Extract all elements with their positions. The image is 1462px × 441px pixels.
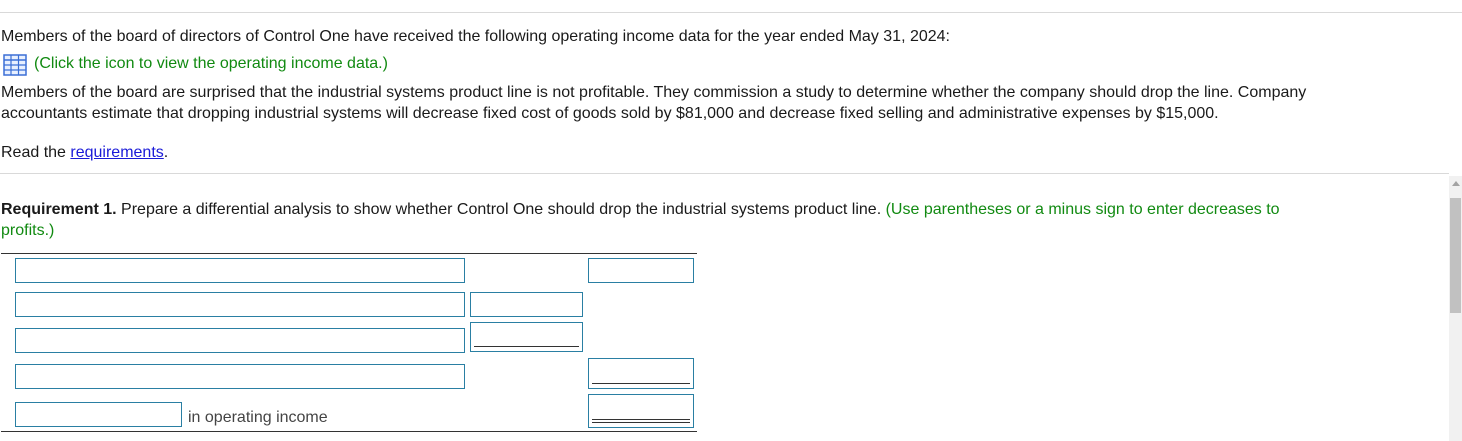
- requirements-link[interactable]: requirements: [70, 144, 163, 161]
- read-requirements-line: Read the requirements.: [1, 142, 168, 163]
- intro-line-1: Members of the board of directors of Con…: [1, 28, 950, 45]
- intro-line-3: accountants estimate that dropping indus…: [1, 105, 1219, 122]
- requirement-hint-2: profits.): [1, 222, 55, 239]
- intro-line-2: Members of the board are surprised that …: [1, 84, 1307, 101]
- table-top-rule: [1, 253, 697, 254]
- requirement-text: Prepare a differential analysis to show …: [116, 201, 886, 218]
- row-5-double-underline: [592, 419, 690, 423]
- requirement-1-line: Requirement 1. Prepare a differential an…: [1, 199, 1280, 220]
- requirement-hint-1: (Use parentheses or a minus sign to ente…: [885, 201, 1280, 218]
- row-1-label-input[interactable]: [15, 258, 465, 283]
- row-4-label-input[interactable]: [15, 364, 465, 389]
- row-5-direction-input[interactable]: [15, 402, 182, 427]
- read-suffix: .: [163, 144, 169, 161]
- top-divider: [0, 12, 1462, 13]
- in-operating-income-label: in operating income: [188, 409, 328, 426]
- row-2-label-input[interactable]: [15, 292, 465, 317]
- row-3-label-input[interactable]: [15, 328, 465, 353]
- row-3-amount-input[interactable]: [470, 322, 583, 352]
- row-1-total-input[interactable]: [588, 258, 694, 283]
- spreadsheet-icon[interactable]: [3, 54, 27, 76]
- row-4-subtotal-underline: [592, 383, 690, 384]
- row-4-total-input[interactable]: [588, 358, 694, 389]
- row-3-subtotal-underline: [474, 346, 579, 347]
- table-bottom-rule: [1, 431, 697, 432]
- row-2-amount-input[interactable]: [470, 292, 583, 317]
- requirement-label: Requirement 1.: [1, 201, 117, 218]
- scroll-up-arrow-icon[interactable]: [1452, 181, 1460, 186]
- scrollbar-thumb[interactable]: [1450, 198, 1461, 313]
- read-prefix: Read the: [1, 144, 71, 161]
- view-operating-income-link[interactable]: (Click the icon to view the operating in…: [34, 53, 388, 74]
- section-divider: [0, 173, 1449, 174]
